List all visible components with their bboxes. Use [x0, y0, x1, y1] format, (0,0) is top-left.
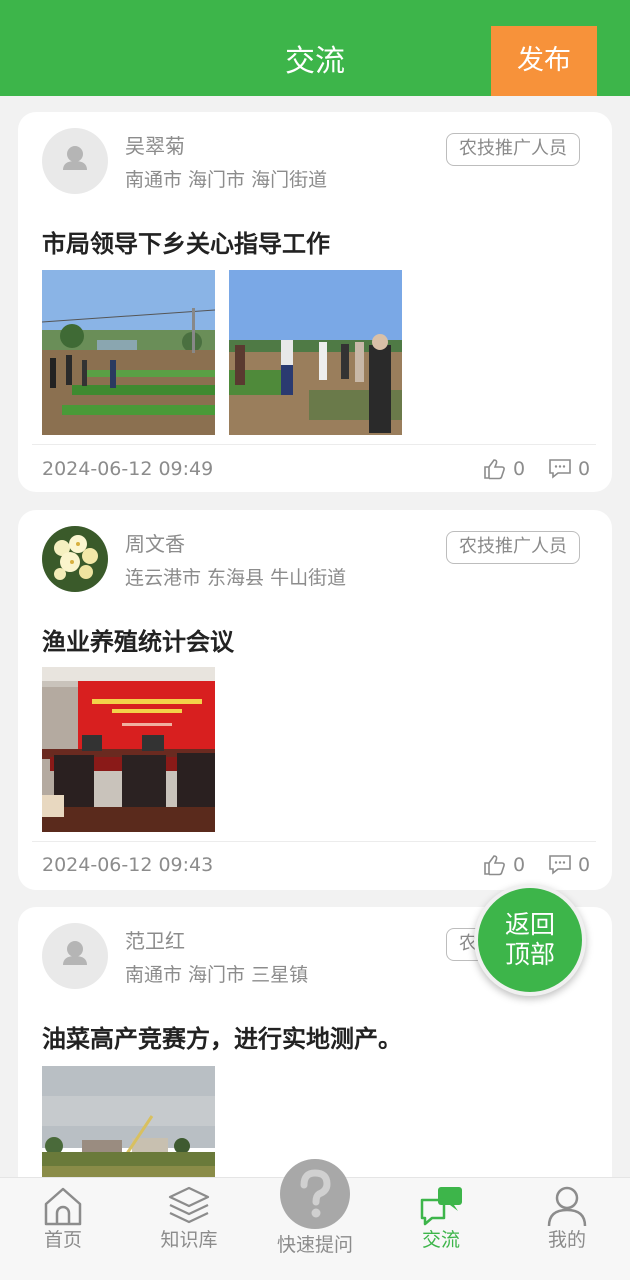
like-button[interactable]: 0: [483, 455, 525, 483]
publish-button[interactable]: 发布: [491, 26, 597, 96]
flower-avatar-image: [42, 526, 108, 592]
post-card[interactable]: 吴翠菊 南通市 海门市 海门街道 农技推广人员 市局领导下乡关心指导工作 202…: [18, 112, 612, 492]
tab-home[interactable]: 首页: [0, 1178, 126, 1280]
post-author: 周文香: [125, 532, 185, 556]
avatar: [42, 923, 108, 989]
role-badge: 农技推广人员: [446, 531, 580, 564]
tab-knowledge-label: 知识库: [160, 1229, 218, 1251]
divider: [32, 444, 596, 445]
comment-button[interactable]: 0: [548, 455, 590, 483]
comment-count: 0: [578, 458, 591, 480]
post-author: 吴翠菊: [125, 134, 185, 158]
like-count: 0: [513, 458, 526, 480]
back-to-top-line1: 返回: [504, 910, 555, 939]
avatar: [42, 526, 108, 592]
post-title[interactable]: 油菜高产竞赛方，进行实地测产。: [42, 1021, 402, 1057]
post-date: 2024-06-12 09:43: [42, 854, 214, 876]
post-location: 南通市 海门市 三星镇: [125, 964, 309, 986]
post-author: 范卫红: [125, 929, 185, 953]
post-location: 南通市 海门市 海门街道: [125, 169, 328, 191]
tab-exchange[interactable]: 交流: [378, 1178, 504, 1280]
app-header: 交流 发布: [0, 0, 630, 96]
user-placeholder-icon: [63, 941, 87, 965]
post-photo[interactable]: [42, 1066, 215, 1177]
thumbs-up-icon: [484, 855, 505, 876]
post-photo[interactable]: [229, 270, 402, 435]
comment-count: 0: [578, 854, 591, 876]
thumbs-up-icon: [484, 459, 505, 480]
tab-quick-ask[interactable]: 快速提问: [252, 1159, 378, 1280]
divider: [32, 841, 596, 842]
post-date: 2024-06-12 09:49: [42, 458, 214, 480]
tab-knowledge[interactable]: 知识库: [126, 1178, 252, 1280]
back-to-top-line2: 顶部: [504, 940, 555, 969]
post-card[interactable]: 周文香 连云港市 东海县 牛山街道 农技推广人员 渔业养殖统计会议 2024-0…: [18, 510, 612, 890]
tab-mine[interactable]: 我的: [504, 1178, 630, 1280]
like-button[interactable]: 0: [483, 851, 525, 879]
tab-quick-ask-label: 快速提问: [276, 1234, 353, 1256]
back-to-top-button[interactable]: 返回 顶部: [474, 884, 586, 996]
tab-mine-label: 我的: [547, 1229, 586, 1251]
post-feed[interactable]: 吴翠菊 南通市 海门市 海门街道 农技推广人员 市局领导下乡关心指导工作 202…: [0, 96, 630, 1177]
layers-icon: [168, 1186, 210, 1224]
post-location: 连云港市 东海县 牛山街道: [125, 567, 347, 589]
comment-icon: [549, 855, 571, 875]
role-badge: 农技推广人员: [446, 133, 580, 166]
tab-home-label: 首页: [43, 1229, 82, 1251]
chat-bubbles-icon: [420, 1187, 462, 1226]
post-title[interactable]: 渔业养殖统计会议: [42, 624, 234, 660]
user-placeholder-icon: [63, 146, 87, 170]
comment-icon: [549, 459, 571, 479]
avatar: [42, 128, 108, 194]
user-icon: [547, 1186, 587, 1227]
like-count: 0: [513, 854, 526, 876]
post-title[interactable]: 市局领导下乡关心指导工作: [42, 226, 330, 262]
tab-exchange-label: 交流: [421, 1229, 460, 1251]
bottom-tab-bar: 首页 知识库 快速提问 交流 我的: [0, 1159, 630, 1280]
home-icon: [44, 1187, 82, 1226]
comment-button[interactable]: 0: [548, 851, 590, 879]
post-photo[interactable]: [42, 270, 215, 435]
question-icon: [280, 1159, 350, 1229]
post-photo[interactable]: [42, 667, 215, 832]
